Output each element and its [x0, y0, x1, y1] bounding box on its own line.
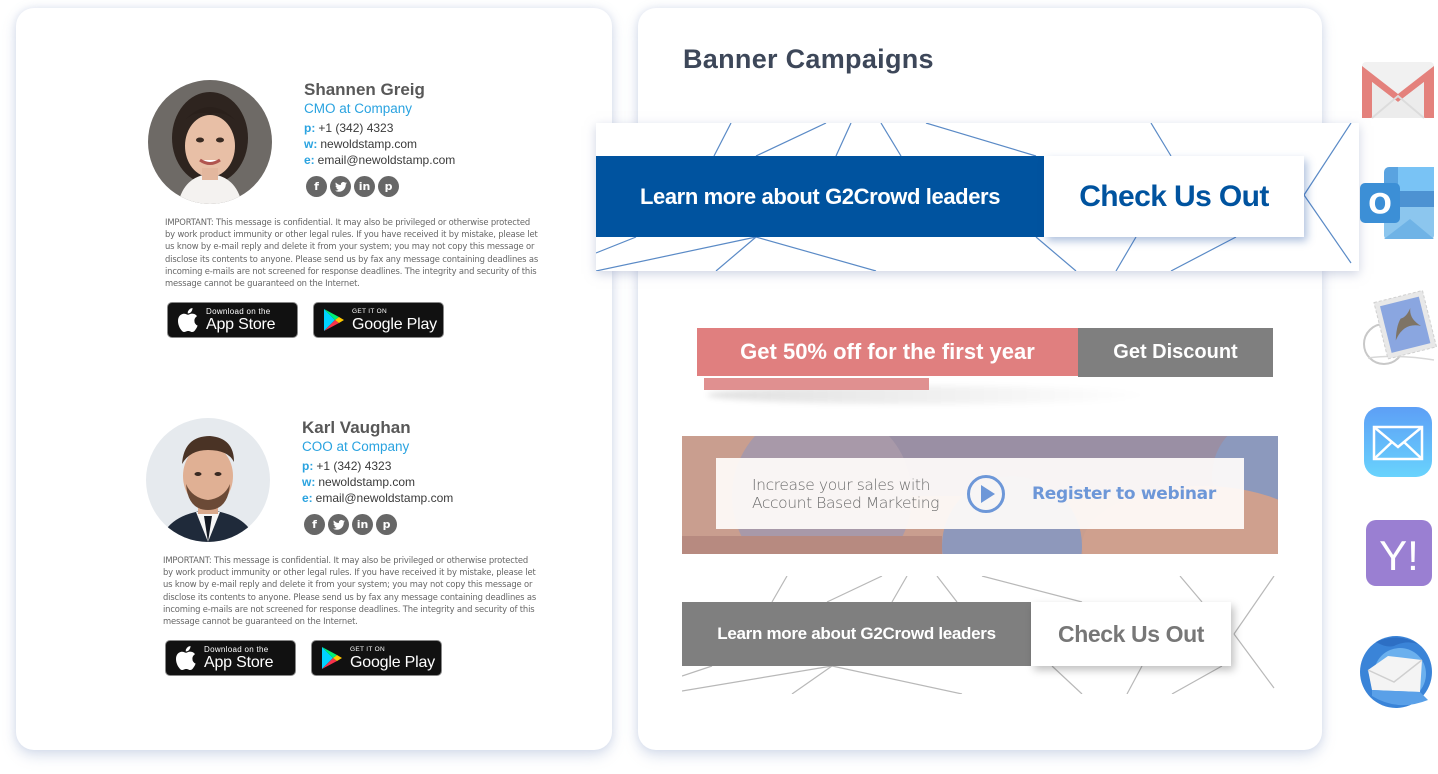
webinar-card: Increase your sales with Account Based M… — [716, 458, 1244, 529]
app-store-badges: Download on the App Store GET IT ON Goog… — [167, 302, 444, 338]
apple-icon — [176, 646, 196, 670]
web-label: w: — [302, 475, 316, 489]
signature-phone: p: +1 (342) 4323 — [302, 458, 542, 474]
facebook-icon[interactable]: f — [304, 514, 325, 535]
google-play-button[interactable]: GET IT ON Google Play — [311, 640, 442, 676]
banner-text-line-2: Account Based Marketing — [752, 493, 940, 512]
outlook-letter: O — [1368, 187, 1392, 220]
banner-text-line-1: Increase your sales with — [752, 475, 931, 494]
email-label: e: — [304, 153, 315, 167]
banner-webinar[interactable]: Increase your sales with Account Based M… — [682, 436, 1278, 554]
email-clients: O Y! — [1358, 0, 1438, 774]
yahoo-mail-icon[interactable]: Y! — [1358, 518, 1438, 588]
facebook-icon[interactable]: f — [306, 176, 327, 197]
banner-g2crowd-gray[interactable]: Learn more about G2Crowd leaders Check U… — [682, 576, 1278, 694]
yahoo-letter: Y! — [1379, 532, 1419, 579]
app-store-big-text: App Store — [204, 654, 274, 671]
phone-value: +1 (342) 4323 — [318, 121, 394, 135]
check-us-out-button[interactable]: Check Us Out — [1031, 602, 1231, 666]
signature-name: Karl Vaughan — [302, 418, 411, 437]
signature-website: w: newoldstamp.com — [302, 474, 542, 490]
signature-name: Shannen Greig — [304, 80, 425, 99]
stage: Shannen Greig CMO at Company p: +1 (342) … — [0, 0, 1438, 774]
twitter-icon[interactable] — [328, 514, 349, 535]
play-icon[interactable] — [966, 474, 1006, 514]
banner-strip — [704, 378, 929, 390]
phone-value: +1 (342) 4323 — [316, 459, 392, 473]
signature-info: Karl Vaughan COO at Company p: +1 (342) 4… — [302, 418, 542, 535]
app-store-badges: Download on the App Store GET IT ON Goog… — [165, 640, 442, 676]
avatar-shannen — [148, 80, 272, 204]
signature-email: e: email@newoldstamp.com — [302, 490, 542, 506]
google-play-small-text: GET IT ON — [352, 308, 387, 315]
avatar-karl — [146, 418, 270, 542]
app-store-small-text: Download on the — [204, 645, 269, 654]
signature-phone: p: +1 (342) 4323 — [304, 120, 544, 136]
banner-text: Learn more about G2Crowd leaders — [682, 602, 1031, 666]
web-label: w: — [304, 137, 318, 151]
ios-mail-icon[interactable] — [1358, 405, 1438, 479]
thunderbird-icon[interactable] — [1358, 630, 1438, 710]
get-discount-button[interactable]: Get Discount — [1078, 328, 1273, 377]
gmail-icon[interactable] — [1358, 60, 1438, 120]
apple-icon — [178, 308, 198, 332]
email-link[interactable]: email@newoldstamp.com — [318, 153, 456, 167]
signature-title: CMO at Company — [304, 101, 413, 116]
phone-label: p: — [302, 459, 314, 473]
linkedin-icon[interactable]: in — [352, 514, 373, 535]
web-link[interactable]: newoldstamp.com — [318, 475, 415, 489]
app-store-button[interactable]: Download on the App Store — [167, 302, 298, 338]
google-play-big-text: Google Play — [352, 316, 437, 333]
check-us-out-button[interactable]: Check Us Out — [1044, 156, 1304, 237]
banner-text: Learn more about G2Crowd leaders — [596, 156, 1044, 237]
app-store-button[interactable]: Download on the App Store — [165, 640, 296, 676]
banner-text: Get 50% off for the first year — [697, 328, 1078, 376]
phone-label: p: — [304, 121, 316, 135]
page-title: Banner Campaigns — [683, 44, 934, 74]
social-links: f in p — [304, 514, 542, 535]
email-label: e: — [302, 491, 313, 505]
disclaimer-text: IMPORTANT: This message is confidential.… — [165, 217, 539, 289]
signature-title: COO at Company — [302, 439, 410, 454]
web-link[interactable]: newoldstamp.com — [320, 137, 417, 151]
signature-website: w: newoldstamp.com — [304, 136, 544, 152]
twitter-icon[interactable] — [330, 176, 351, 197]
app-store-small-text: Download on the — [206, 307, 271, 316]
signature-info: Shannen Greig CMO at Company p: +1 (342) … — [304, 80, 544, 197]
banner-g2crowd-blue[interactable]: Learn more about G2Crowd leaders Check U… — [596, 123, 1359, 271]
google-play-icon — [324, 309, 344, 331]
outlook-icon[interactable]: O — [1358, 163, 1438, 243]
google-play-icon — [322, 647, 342, 669]
banner-text: Increase your sales with Account Based M… — [752, 476, 952, 512]
app-store-big-text: App Store — [206, 316, 276, 333]
google-play-small-text: GET IT ON — [350, 646, 385, 653]
register-webinar-link[interactable]: Register to webinar — [1032, 484, 1216, 504]
apple-mail-icon[interactable] — [1358, 288, 1438, 368]
linkedin-icon[interactable]: in — [354, 176, 375, 197]
pinterest-icon[interactable]: p — [376, 514, 397, 535]
social-links: f in p — [306, 176, 544, 197]
google-play-button[interactable]: GET IT ON Google Play — [313, 302, 444, 338]
google-play-big-text: Google Play — [350, 654, 435, 671]
signature-email: e: email@newoldstamp.com — [304, 152, 544, 168]
pinterest-icon[interactable]: p — [378, 176, 399, 197]
email-link[interactable]: email@newoldstamp.com — [316, 491, 454, 505]
banner-discount[interactable]: Get 50% off for the first year Get Disco… — [697, 328, 1274, 408]
disclaimer-text: IMPORTANT: This message is confidential.… — [163, 555, 537, 627]
